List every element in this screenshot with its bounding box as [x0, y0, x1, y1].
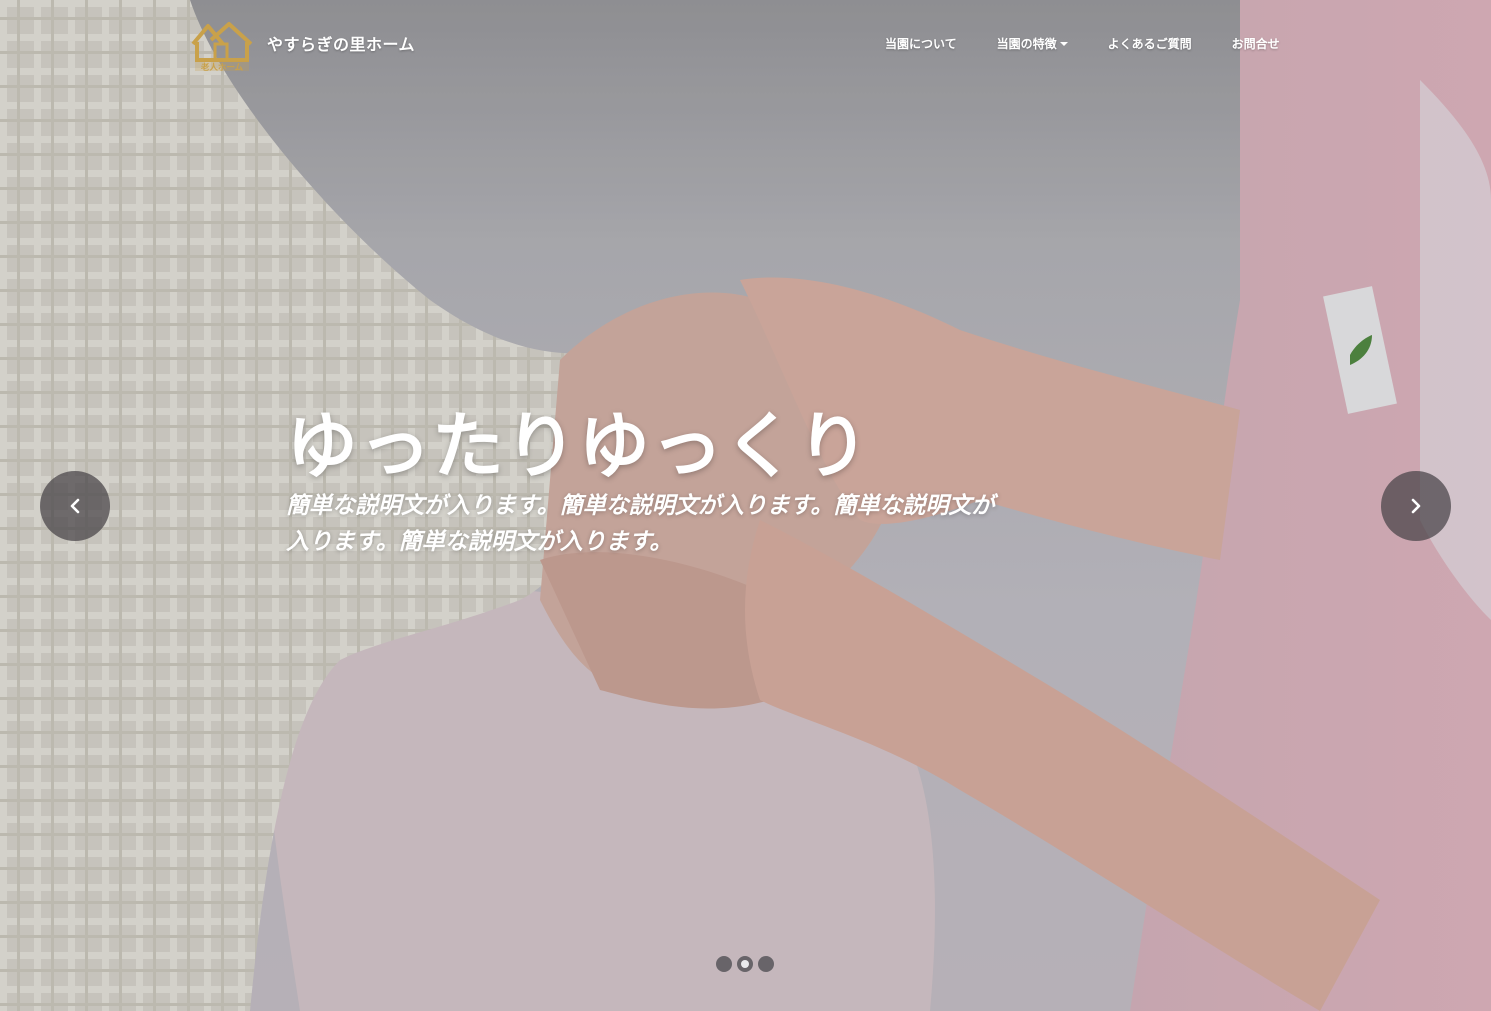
caret-down-icon	[1059, 42, 1068, 46]
site-header: 老人ホーム やすらぎの里ホーム 当園について 当園の特徴 よくあるご質問 お問合…	[0, 0, 1491, 90]
carousel-indicator-2[interactable]	[737, 956, 753, 972]
nav-item-features-dropdown[interactable]: 当園の特徴	[997, 34, 1068, 54]
logo-caption: 老人ホーム	[200, 62, 244, 72]
nav-item-contact[interactable]: お問合せ	[1232, 34, 1280, 54]
slide-description: 簡単な説明文が入ります。簡単な説明文が入ります。簡単な説明文が入ります。簡単な説…	[286, 492, 995, 555]
slide-caption: ゆったりゆっくり 簡単な説明文が入ります。簡単な説明文が入ります。簡単な説明文が…	[286, 398, 1026, 560]
nav-item-label: よくあるご質問	[1107, 37, 1192, 51]
brand-name: やすらぎの里ホーム	[267, 35, 416, 54]
brand-home-link[interactable]: 老人ホーム やすらぎの里ホーム	[189, 18, 415, 72]
slide-title: ゆったりゆっくり	[286, 404, 871, 488]
house-logo-icon: 老人ホーム	[191, 22, 253, 72]
nav-item-label: お問合せ	[1231, 37, 1280, 51]
main-nav: 当園について 当園の特徴 よくあるご質問 お問合せ	[865, 34, 1300, 54]
nav-item-faq[interactable]: よくあるご質問	[1108, 34, 1192, 54]
carousel-indicators	[716, 956, 779, 973]
carousel-prev-button[interactable]	[40, 471, 110, 541]
chevron-right-icon	[1411, 498, 1421, 514]
chevron-left-icon	[70, 498, 80, 514]
nav-item-label: 当園の特徴	[996, 37, 1057, 51]
hero-carousel: 老人ホーム やすらぎの里ホーム 当園について 当園の特徴 よくあるご質問 お問合…	[0, 0, 1491, 1011]
carousel-indicator-1[interactable]	[716, 956, 732, 972]
carousel-indicator-3[interactable]	[758, 956, 774, 972]
nav-item-label: 当園について	[885, 37, 957, 51]
nav-item-about[interactable]: 当園について	[885, 34, 957, 54]
carousel-next-button[interactable]	[1381, 471, 1451, 541]
